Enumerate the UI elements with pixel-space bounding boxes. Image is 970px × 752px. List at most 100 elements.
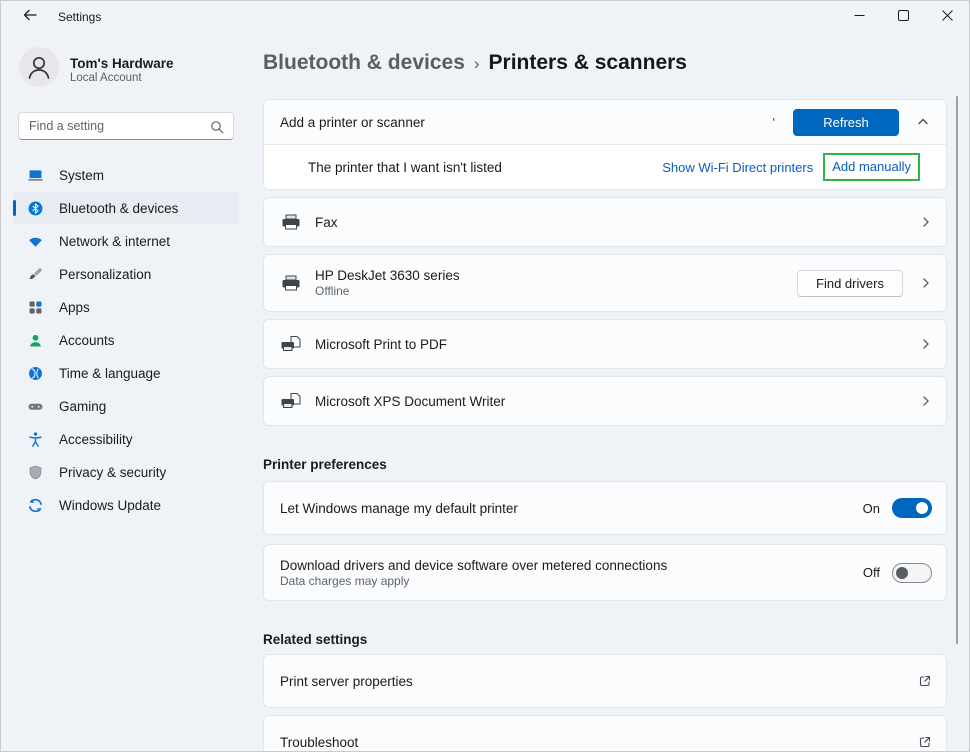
account-name: Tom's Hardware	[70, 55, 174, 72]
toggle-knob	[916, 502, 928, 514]
avatar	[19, 47, 59, 92]
maximize-button[interactable]	[881, 1, 925, 33]
brush-icon	[27, 266, 44, 283]
breadcrumb-parent[interactable]: Bluetooth & devices	[263, 49, 465, 77]
sidebar-item-label: Accessibility	[59, 432, 133, 447]
chevron-right-icon	[920, 338, 932, 350]
back-button[interactable]	[16, 5, 44, 29]
add-printer-header: Add a printer or scanner ' Refresh	[264, 100, 946, 144]
related-settings-heading: Related settings	[263, 632, 947, 647]
printer-row-fax[interactable]: Fax	[263, 197, 947, 247]
add-printer-label: Add a printer or scanner	[280, 115, 425, 130]
printer-name: HP DeskJet 3630 series	[315, 268, 460, 283]
bluetooth-icon	[27, 200, 44, 217]
gamepad-icon	[27, 398, 44, 415]
settings-window: Settings Tom's Hardware Local Account	[0, 0, 970, 752]
printer-status: Offline	[315, 284, 460, 298]
person-icon	[27, 332, 44, 349]
close-icon	[942, 8, 953, 26]
sidebar-item-accessibility[interactable]: Accessibility	[13, 423, 239, 455]
update-arrows-icon	[27, 497, 44, 514]
search-input[interactable]	[19, 119, 233, 133]
toggle-state-label: Off	[863, 565, 880, 580]
find-drivers-button[interactable]: Find drivers	[797, 270, 903, 297]
metered-downloads-row: Download drivers and device software ove…	[263, 544, 947, 601]
printer-not-listed-label: The printer that I want isn't listed	[308, 160, 502, 175]
refresh-button[interactable]: Refresh	[793, 109, 899, 136]
maximize-icon	[898, 8, 909, 26]
minimize-icon	[854, 8, 865, 26]
window-title: Settings	[58, 10, 101, 24]
default-printer-toggle[interactable]	[892, 498, 932, 518]
toggle-label: Download drivers and device software ove…	[280, 558, 667, 573]
sidebar-item-windows-update[interactable]: Windows Update	[13, 489, 239, 521]
titlebar: Settings	[1, 1, 969, 33]
external-link-icon	[918, 674, 932, 688]
sidebar: Tom's Hardware Local Account System Blue…	[1, 1, 251, 751]
wifi-icon	[27, 233, 44, 250]
printer-name: Microsoft XPS Document Writer	[315, 394, 505, 409]
sidebar-item-gaming[interactable]: Gaming	[13, 390, 239, 422]
related-item-label: Print server properties	[280, 674, 413, 689]
sidebar-item-label: Personalization	[59, 267, 151, 282]
search-icon[interactable]	[210, 120, 224, 139]
toggle-sublabel: Data charges may apply	[280, 574, 667, 588]
printer-name: Microsoft Print to PDF	[315, 337, 447, 352]
printer-preferences-heading: Printer preferences	[263, 457, 947, 472]
sidebar-item-label: Windows Update	[59, 498, 161, 513]
main-content: Bluetooth & devices › Printers & scanner…	[251, 1, 969, 751]
sidebar-item-label: Bluetooth & devices	[59, 201, 178, 216]
sidebar-item-label: Gaming	[59, 399, 106, 414]
laptop-icon	[27, 167, 44, 184]
account-section[interactable]: Tom's Hardware Local Account	[1, 47, 251, 92]
toggle-knob	[896, 567, 908, 579]
sidebar-item-accounts[interactable]: Accounts	[13, 324, 239, 356]
chevron-right-icon	[920, 216, 932, 228]
printer-document-icon	[280, 334, 302, 354]
toggle-state-label: On	[863, 501, 880, 516]
sidebar-item-network-internet[interactable]: Network & internet	[13, 225, 239, 257]
sidebar-item-label: Network & internet	[59, 234, 170, 249]
toggle-label: Let Windows manage my default printer	[280, 501, 518, 516]
scan-progress-indicator: '	[773, 115, 775, 130]
sidebar-item-system[interactable]: System	[13, 159, 239, 191]
metered-downloads-toggle[interactable]	[892, 563, 932, 583]
sidebar-item-personalization[interactable]: Personalization	[13, 258, 239, 290]
add-printer-card: Add a printer or scanner ' Refresh The p…	[263, 99, 947, 190]
sidebar-item-bluetooth-devices[interactable]: Bluetooth & devices	[13, 192, 239, 224]
shield-icon	[27, 464, 44, 481]
minimize-button[interactable]	[837, 1, 881, 33]
printer-row-xps-writer[interactable]: Microsoft XPS Document Writer	[263, 376, 947, 426]
page-title: Printers & scanners	[489, 49, 687, 77]
printer-name: Fax	[315, 215, 338, 230]
printer-row-print-to-pdf[interactable]: Microsoft Print to PDF	[263, 319, 947, 369]
sidebar-item-label: Apps	[59, 300, 90, 315]
sidebar-item-privacy-security[interactable]: Privacy & security	[13, 456, 239, 488]
printer-document-icon	[280, 391, 302, 411]
window-controls	[837, 1, 969, 33]
printer-icon	[280, 273, 302, 293]
sidebar-item-apps[interactable]: Apps	[13, 291, 239, 323]
scrollbar[interactable]	[956, 96, 959, 644]
default-printer-row: Let Windows manage my default printer On	[263, 481, 947, 535]
printer-icon	[280, 212, 302, 232]
sidebar-item-time-language[interactable]: Time & language	[13, 357, 239, 389]
account-type: Local Account	[70, 72, 174, 84]
printer-row-hp-deskjet[interactable]: HP DeskJet 3630 series Offline Find driv…	[263, 254, 947, 312]
print-server-properties-row[interactable]: Print server properties	[263, 654, 947, 708]
sidebar-item-label: Time & language	[59, 366, 161, 381]
printer-not-listed-row: The printer that I want isn't listed Sho…	[264, 145, 946, 189]
apps-grid-icon	[27, 299, 44, 316]
external-link-icon	[918, 735, 932, 749]
close-button[interactable]	[925, 1, 969, 33]
add-manually-link[interactable]: Add manually	[832, 159, 911, 174]
troubleshoot-row[interactable]: Troubleshoot	[263, 715, 947, 752]
show-wifi-direct-link[interactable]: Show Wi-Fi Direct printers	[662, 160, 813, 175]
breadcrumb-separator-icon: ›	[474, 50, 480, 78]
add-manually-highlight: Add manually	[823, 153, 920, 181]
sidebar-nav: System Bluetooth & devices Network & int…	[1, 159, 251, 521]
chevron-up-icon[interactable]	[914, 116, 932, 128]
search-box	[18, 112, 234, 140]
globe-icon	[27, 365, 44, 382]
chevron-right-icon	[920, 395, 932, 407]
